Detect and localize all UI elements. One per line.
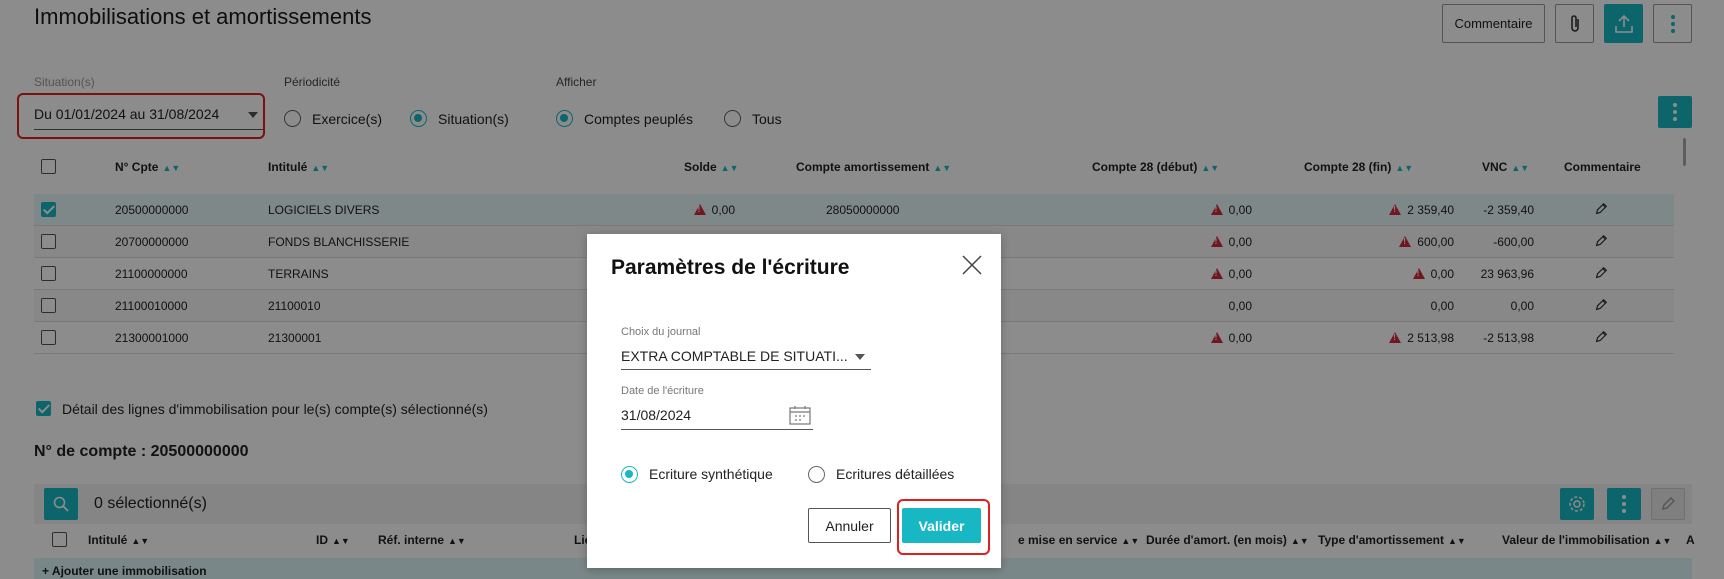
entry-settings-dialog: Paramètres de l'écriture Choix du journa… (587, 234, 1001, 568)
calendar-icon[interactable] (789, 405, 811, 425)
radio-ecriture-synthetique-label: Ecriture synthétique (649, 466, 773, 482)
journal-label: Choix du journal (621, 326, 701, 338)
radio-ecritures-detaillees[interactable] (808, 466, 825, 483)
journal-value: EXTRA COMPTABLE DE SITUATI... (621, 348, 848, 364)
date-field[interactable]: 31/08/2024 (621, 402, 813, 430)
date-label: Date de l'écriture (621, 385, 704, 397)
radio-ecritures-detaillees-label: Ecritures détaillées (836, 466, 955, 482)
date-value: 31/08/2024 (621, 407, 692, 423)
page: Immobilisations et amortissements Commen… (0, 0, 1724, 579)
journal-select[interactable]: EXTRA COMPTABLE DE SITUATI... (621, 344, 871, 370)
dialog-title: Paramètres de l'écriture (611, 256, 850, 279)
radio-ecriture-synthetique[interactable] (621, 466, 638, 483)
chevron-down-icon (855, 354, 865, 360)
confirm-highlight (897, 499, 990, 555)
close-icon[interactable] (961, 254, 983, 276)
cancel-button[interactable]: Annuler (808, 508, 891, 543)
